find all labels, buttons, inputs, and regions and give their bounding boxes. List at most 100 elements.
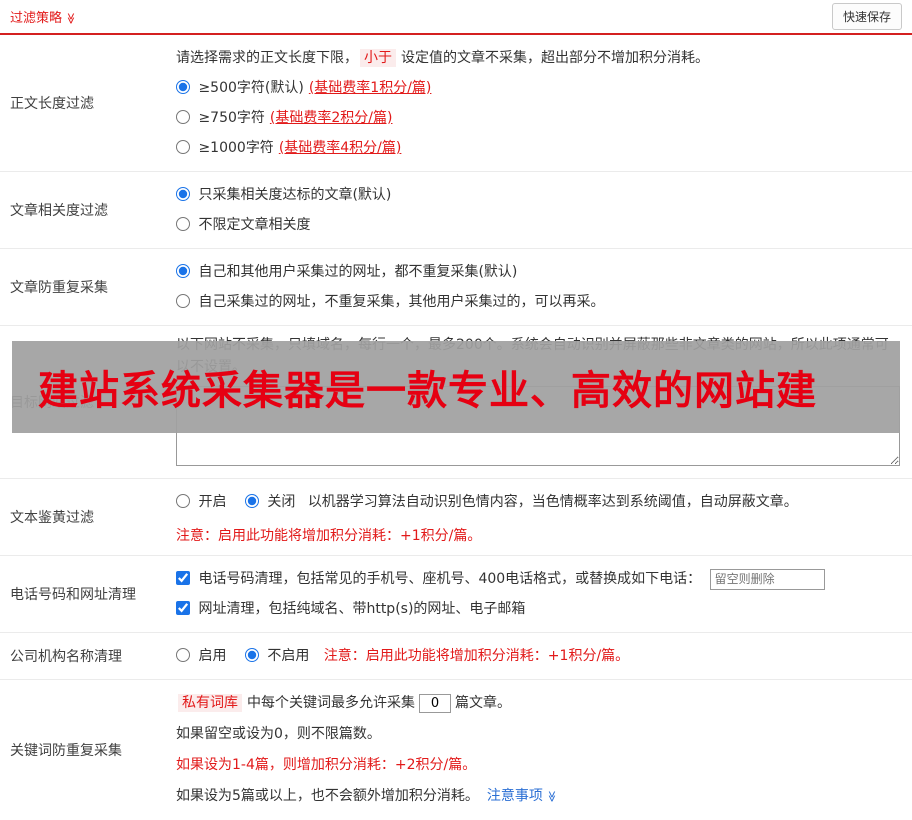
option-line: ≥500字符(默认) (基础费率1积分/篇): [176, 73, 900, 103]
length-option-500-radio[interactable]: [176, 80, 190, 94]
note-text: 如果设为5篇或以上，也不会额外增加积分消耗。: [176, 788, 479, 804]
row-content: 电话号码清理，包括常见的手机号、座机号、400电话格式，或替换成如下电话： 网址…: [170, 556, 912, 632]
row-content: 只采集相关度达标的文章(默认) 不限定文章相关度: [170, 172, 912, 248]
replacement-phone-input[interactable]: [710, 569, 825, 590]
filter-settings-page: 过滤策略≫ 快速保存 正文长度过滤 请选择需求的正文长度下限，小于设定值的文章不…: [0, 0, 912, 820]
option-text: 只采集相关度达标的文章(默认): [198, 187, 391, 203]
length-option-1000-radio[interactable]: [176, 140, 190, 154]
relevance-option-any[interactable]: 不限定文章相关度: [176, 217, 310, 233]
url-clean-line: 网址清理，包括纯域名、带http(s)的网址、电子邮箱: [176, 594, 900, 624]
keyword-limit-input[interactable]: [419, 694, 451, 713]
keyword-note-cost: 如果设为1-4篇，则增加积分消耗：+2积分/篇。: [176, 750, 900, 781]
relevance-option-any-radio[interactable]: [176, 217, 190, 231]
header-bar: 过滤策略≫ 快速保存: [0, 0, 912, 35]
option-text: ≥750字符: [198, 110, 264, 126]
option-line: 只采集相关度达标的文章(默认): [176, 180, 900, 210]
length-filter-intro: 请选择需求的正文长度下限，小于设定值的文章不采集，超出部分不增加积分消耗。: [176, 43, 900, 73]
company-clean-on[interactable]: 启用: [176, 648, 231, 664]
row-label: 文本鉴黄过滤: [0, 479, 170, 555]
option-text: ≥500字符(默认): [198, 80, 303, 96]
dedup-option-global[interactable]: 自己和其他用户采集过的网址，都不重复采集(默认): [176, 264, 517, 280]
porn-filter-off-radio[interactable]: [245, 494, 259, 508]
porn-filter-on-radio[interactable]: [176, 494, 190, 508]
url-clean-option[interactable]: 网址清理，包括纯域名、带http(s)的网址、电子邮箱: [176, 601, 525, 617]
length-option-500[interactable]: ≥500字符(默认) (基础费率1积分/篇): [176, 80, 431, 96]
phone-clean-line: 电话号码清理，包括常见的手机号、座机号、400电话格式，或替换成如下电话：: [176, 564, 900, 594]
option-text: 电话号码清理，包括常见的手机号、座机号、400电话格式，或替换成如下电话：: [198, 571, 701, 587]
length-option-750-radio[interactable]: [176, 110, 190, 124]
row-content: 开启 关闭 以机器学习算法自动识别色情内容，当色情概率达到系统阈值，自动屏蔽文章…: [170, 479, 912, 555]
row-content: 私有词库中每个关键词最多允许采集 篇文章。 如果留空或设为0，则不限篇数。 如果设…: [170, 680, 912, 820]
keyword-note-free: 如果设为5篇或以上，也不会额外增加积分消耗。注意事项≫: [176, 781, 900, 812]
row-company-clean: 公司机构名称清理 启用 不启用 注意：启用此功能将增加积分消耗：+1积分/篇。: [0, 633, 912, 680]
row-relevance-filter: 文章相关度过滤 只采集相关度达标的文章(默认) 不限定文章相关度: [0, 172, 912, 249]
page-title[interactable]: 过滤策略≫: [10, 7, 77, 26]
option-line: ≥1000字符 (基础费率4积分/篇): [176, 133, 900, 163]
limit-text-post: 篇文章。: [455, 695, 511, 711]
option-line: ≥750字符 (基础费率2积分/篇): [176, 103, 900, 133]
option-fee: (基础费率4积分/篇): [279, 140, 402, 156]
phone-clean-option[interactable]: 电话号码清理，包括常见的手机号、座机号、400电话格式，或替换成如下电话：: [176, 571, 706, 587]
row-dedup-filter: 文章防重复采集 自己和其他用户采集过的网址，都不重复采集(默认) 自己采集过的网…: [0, 249, 912, 326]
row-content: 启用 不启用 注意：启用此功能将增加积分消耗：+1积分/篇。: [170, 633, 912, 679]
option-text: 启用: [198, 648, 226, 664]
row-label: 文章防重复采集: [0, 249, 170, 325]
porn-filter-description: 以机器学习算法自动识别色情内容，当色情概率达到系统阈值，自动屏蔽文章。: [308, 494, 798, 510]
row-length-filter: 正文长度过滤 请选择需求的正文长度下限，小于设定值的文章不采集，超出部分不增加积…: [0, 35, 912, 172]
notice-link[interactable]: 注意事项≫: [487, 788, 558, 804]
limit-text: 中每个关键词最多允许采集: [247, 695, 415, 711]
private-lexicon-tag: 私有词库: [178, 694, 242, 712]
option-text: 关闭: [267, 494, 295, 510]
watermark-overlay: 建站系统采集器是一款专业、高效的网站建: [12, 341, 900, 433]
row-content: 自己和其他用户采集过的网址，都不重复采集(默认) 自己采集过的网址，不重复采集，…: [170, 249, 912, 325]
option-text: 自己采集过的网址，不重复采集，其他用户采集过的，可以再采。: [198, 294, 604, 310]
length-option-1000[interactable]: ≥1000字符 (基础费率4积分/篇): [176, 140, 401, 156]
option-fee: (基础费率2积分/篇): [270, 110, 393, 126]
option-line: 自己和其他用户采集过的网址，都不重复采集(默认): [176, 257, 900, 287]
page-title-text: 过滤策略: [10, 11, 62, 26]
intro-highlight: 小于: [360, 49, 396, 67]
phone-clean-checkbox[interactable]: [176, 571, 190, 585]
intro-pre: 请选择需求的正文长度下限，: [176, 50, 358, 66]
option-line: 不限定文章相关度: [176, 210, 900, 240]
row-label: 公司机构名称清理: [0, 633, 170, 679]
notice-link-text: 注意事项: [487, 788, 543, 804]
company-clean-note: 注意：启用此功能将增加积分消耗：+1积分/篇。: [324, 648, 629, 664]
intro-post: 设定值的文章不采集，超出部分不增加积分消耗。: [401, 50, 709, 66]
dedup-option-self[interactable]: 自己采集过的网址，不重复采集，其他用户采集过的，可以再采。: [176, 294, 604, 310]
option-text: 网址清理，包括纯域名、带http(s)的网址、电子邮箱: [198, 601, 525, 617]
dedup-option-global-radio[interactable]: [176, 264, 190, 278]
url-clean-checkbox[interactable]: [176, 601, 190, 615]
option-text: 不限定文章相关度: [198, 217, 310, 233]
keyword-note-unlimited: 如果留空或设为0，则不限篇数。: [176, 719, 900, 750]
option-text: 自己和其他用户采集过的网址，都不重复采集(默认): [198, 264, 517, 280]
option-line: 自己采集过的网址，不重复采集，其他用户采集过的，可以再采。: [176, 287, 900, 317]
option-text: ≥1000字符: [198, 140, 273, 156]
porn-filter-options: 开启 关闭 以机器学习算法自动识别色情内容，当色情概率达到系统阈值，自动屏蔽文章…: [176, 487, 900, 517]
quick-save-button[interactable]: 快速保存: [832, 3, 902, 30]
row-label: 正文长度过滤: [0, 35, 170, 171]
option-fee: (基础费率1积分/篇): [309, 80, 432, 96]
row-phone-url-clean: 电话号码和网址清理 电话号码清理，包括常见的手机号、座机号、400电话格式，或替…: [0, 556, 912, 633]
company-clean-options: 启用 不启用 注意：启用此功能将增加积分消耗：+1积分/篇。: [176, 641, 900, 671]
porn-filter-note: 注意：启用此功能将增加积分消耗：+1积分/篇。: [176, 525, 900, 547]
porn-filter-on[interactable]: 开启: [176, 494, 231, 510]
relevance-option-strict-radio[interactable]: [176, 187, 190, 201]
row-content: 请选择需求的正文长度下限，小于设定值的文章不采集，超出部分不增加积分消耗。 ≥5…: [170, 35, 912, 171]
chevron-down-icon: ≫: [64, 13, 77, 25]
row-label: 文章相关度过滤: [0, 172, 170, 248]
dedup-option-self-radio[interactable]: [176, 294, 190, 308]
porn-filter-off[interactable]: 关闭: [245, 494, 300, 510]
company-clean-on-radio[interactable]: [176, 648, 190, 662]
company-clean-off[interactable]: 不启用: [245, 648, 314, 664]
company-clean-off-radio[interactable]: [245, 648, 259, 662]
row-label: 电话号码和网址清理: [0, 556, 170, 632]
relevance-option-strict[interactable]: 只采集相关度达标的文章(默认): [176, 187, 391, 203]
keyword-limit-line: 私有词库中每个关键词最多允许采集 篇文章。: [176, 688, 900, 719]
row-label: 关键词防重复采集: [0, 680, 170, 820]
row-keyword-dedup: 关键词防重复采集 私有词库中每个关键词最多允许采集 篇文章。 如果留空或设为0，则…: [0, 680, 912, 820]
length-option-750[interactable]: ≥750字符 (基础费率2积分/篇): [176, 110, 392, 126]
chevron-down-icon: ≫: [536, 791, 567, 803]
option-text: 开启: [198, 494, 226, 510]
option-text: 不启用: [267, 648, 309, 664]
